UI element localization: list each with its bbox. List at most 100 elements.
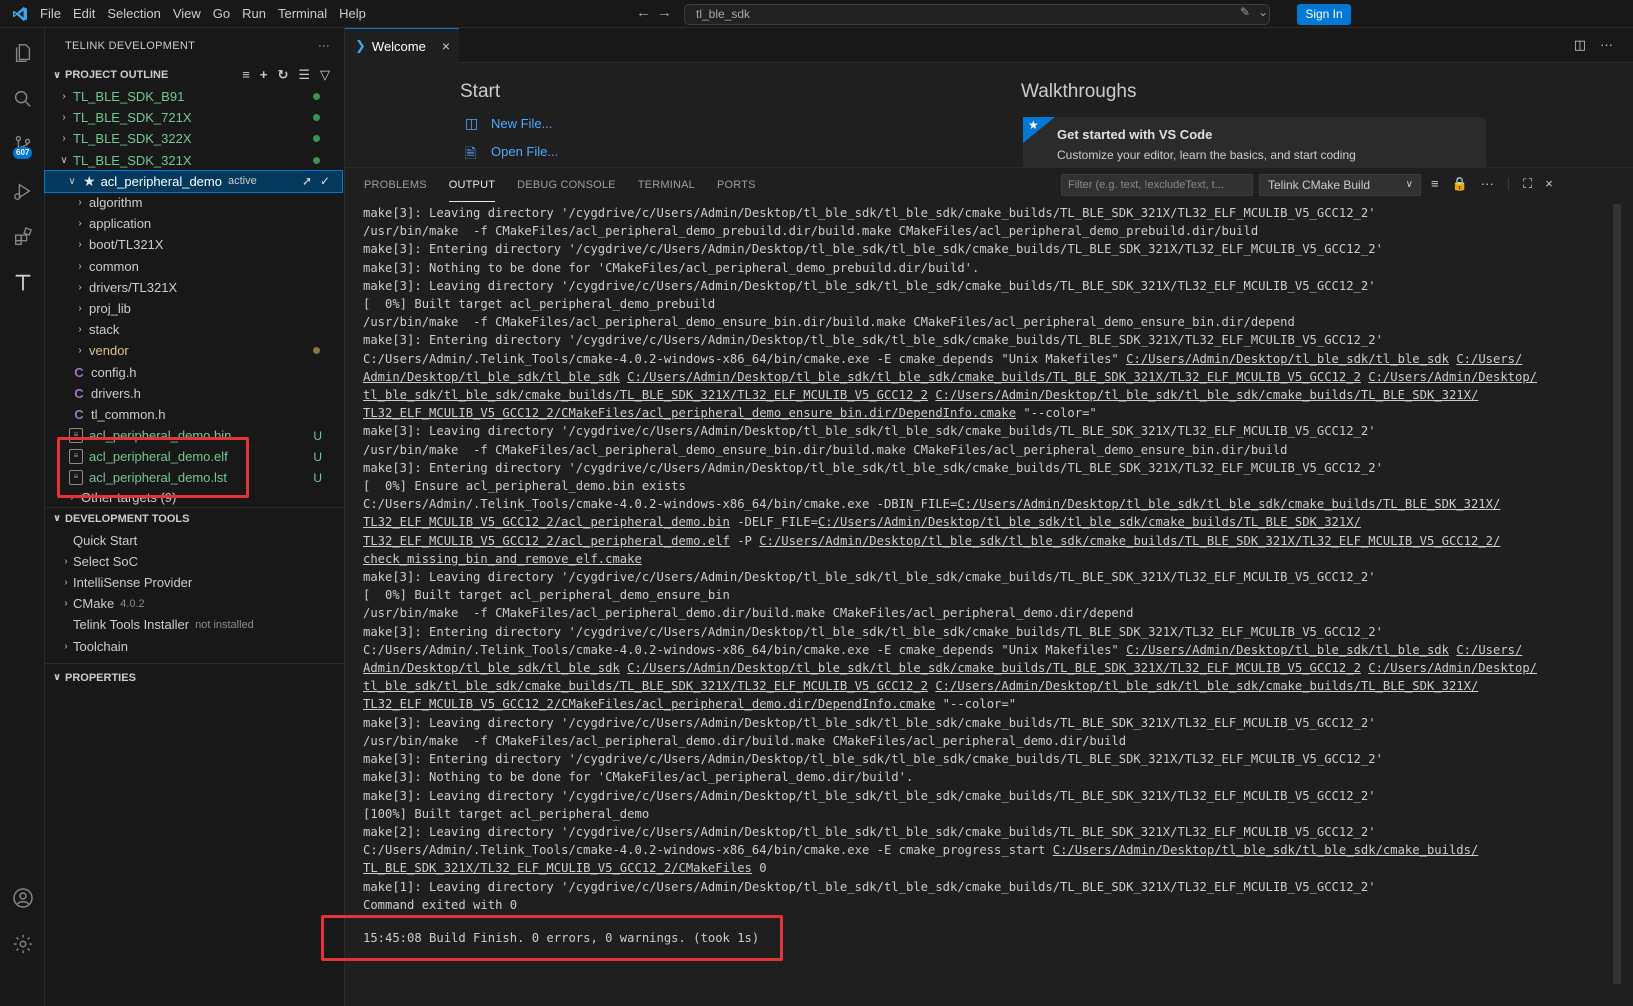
close-icon[interactable]: × xyxy=(442,38,450,54)
rocket-icon[interactable]: ➚ xyxy=(302,174,312,188)
back-arrow-icon[interactable]: ← xyxy=(636,4,651,21)
menu-help[interactable]: Help xyxy=(333,0,372,28)
open-file-link[interactable]: 🗎 Open File... xyxy=(465,143,558,162)
telink-icon[interactable] xyxy=(0,260,45,306)
output-link[interactable]: C:/Users/ xyxy=(1456,643,1522,657)
tree-item-folder[interactable]: › algorithm xyxy=(45,192,344,213)
tree-item-folder[interactable]: › common xyxy=(45,256,344,277)
menu-view[interactable]: View xyxy=(167,0,207,28)
tree-item-file[interactable]: C tl_common.h xyxy=(45,404,344,425)
tool-item-select-soc[interactable]: › Select SoC xyxy=(45,551,344,572)
maximize-icon[interactable]: ⛶ xyxy=(1523,176,1532,192)
output-link[interactable]: TL32_ELF_MCULIB_V5_GCC12_2/acl_periphera… xyxy=(363,515,730,529)
forward-arrow-icon[interactable]: → xyxy=(657,4,672,21)
tool-item-cmake[interactable]: › CMake 4.0.2 xyxy=(45,593,344,614)
walkthrough-card[interactable]: ★ Get started with VS Code Customize you… xyxy=(1023,117,1486,167)
scrollbar-thumb[interactable] xyxy=(1613,204,1621,984)
output-link[interactable]: C:/Users/Admin/Desktop/tl_ble_sdk/tl_ble… xyxy=(957,497,1500,511)
explorer-icon[interactable] xyxy=(0,30,45,76)
tab-welcome[interactable]: ❯ Welcome × xyxy=(345,28,459,63)
output-link[interactable]: tl_ble_sdk/tl_ble_sdk/cmake_builds/TL_BL… xyxy=(363,388,928,402)
more-actions-icon[interactable]: ··· xyxy=(1600,37,1613,53)
menu-selection[interactable]: Selection xyxy=(101,0,166,28)
new-file-link[interactable]: ◫ New File... xyxy=(465,115,552,131)
output-link[interactable]: C:/Users/Admin/Desktop/tl_ble_sdk/tl_ble… xyxy=(1053,843,1479,857)
tree-item-folder[interactable]: › boot/TL321X xyxy=(45,234,344,255)
chevron-down-icon[interactable]: ⌄ xyxy=(1258,5,1268,19)
tree-item-project[interactable]: › TL_BLE_SDK_322X xyxy=(45,128,344,149)
output-link[interactable]: tl_ble_sdk/tl_ble_sdk/cmake_builds/TL_BL… xyxy=(363,679,928,693)
tree-item-project[interactable]: › TL_BLE_SDK_B91 xyxy=(45,86,344,107)
account-icon[interactable] xyxy=(0,875,45,921)
tree-item-folder[interactable]: › stack xyxy=(45,319,344,340)
sort-icon[interactable]: ☰ xyxy=(298,67,310,83)
tree-item-project[interactable]: ∨ TL_BLE_SDK_321X xyxy=(45,150,344,171)
run-debug-icon[interactable] xyxy=(0,168,45,214)
extensions-icon[interactable] xyxy=(0,214,45,260)
more-actions-icon[interactable]: ··· xyxy=(318,40,330,52)
tool-item-quick-start[interactable]: Quick Start xyxy=(45,530,344,551)
menu-go[interactable]: Go xyxy=(207,0,236,28)
tree-item-file[interactable]: C drivers.h xyxy=(45,383,344,404)
manage-gear-icon[interactable] xyxy=(0,921,45,967)
output-link[interactable]: C:/Users/Admin/Desktop/ xyxy=(1368,661,1537,675)
dev-tools-header[interactable]: ∨ DEVELOPMENT TOOLS xyxy=(45,508,344,530)
check-icon[interactable]: ✓ xyxy=(320,174,330,188)
tab-ports[interactable]: PORTS xyxy=(717,168,756,202)
tab-problems[interactable]: PROBLEMS xyxy=(364,168,427,202)
output-link[interactable]: C:/Users/Admin/Desktop/tl_ble_sdk/tl_ble… xyxy=(627,661,1361,675)
output-link[interactable]: TL_BLE_SDK_321X/TL32_ELF_MCULIB_V5_GCC12… xyxy=(363,861,752,875)
tree-item-project[interactable]: › TL_BLE_SDK_721X xyxy=(45,107,344,128)
filter-icon[interactable]: ▽ xyxy=(320,67,330,83)
tool-item-toolchain[interactable]: › Toolchain xyxy=(45,636,344,657)
close-icon[interactable]: × xyxy=(1545,176,1553,192)
menu-run[interactable]: Run xyxy=(236,0,272,28)
output-link[interactable]: TL32_ELF_MCULIB_V5_GCC12_2/CMakeFiles/ac… xyxy=(363,697,935,711)
output-scrollbar[interactable] xyxy=(1610,204,1623,1000)
tree-item-file[interactable]: C config.h xyxy=(45,361,344,382)
search-icon[interactable] xyxy=(0,76,45,122)
output-link[interactable]: C:/Users/Admin/Desktop/tl_ble_sdk/tl_ble… xyxy=(818,515,1361,529)
output-link[interactable]: Admin/Desktop/tl_ble_sdk/tl_ble_sdk xyxy=(363,661,620,675)
properties-header[interactable]: ∨ PROPERTIES xyxy=(45,667,344,689)
output-link[interactable]: TL32_ELF_MCULIB_V5_GCC12_2/CMakeFiles/ac… xyxy=(363,406,1016,420)
output-link[interactable]: C:/Users/Admin/Desktop/ xyxy=(1368,370,1537,384)
settings-sliders-icon[interactable]: ≡ xyxy=(242,67,250,83)
more-actions-icon[interactable]: ··· xyxy=(1481,176,1494,192)
output-link[interactable]: C:/Users/Admin/Desktop/tl_ble_sdk/tl_ble… xyxy=(935,388,1478,402)
tree-item-folder[interactable]: › vendor xyxy=(45,340,344,361)
output-link[interactable]: Admin/Desktop/tl_ble_sdk/tl_ble_sdk xyxy=(363,370,620,384)
add-icon[interactable]: + xyxy=(260,67,268,83)
output-link[interactable]: C:/Users/Admin/Desktop/tl_ble_sdk/tl_ble… xyxy=(935,679,1478,693)
menu-file[interactable]: File xyxy=(34,0,67,28)
lock-icon[interactable]: 🔒 xyxy=(1452,176,1468,192)
tree-item-active-target[interactable]: ∨ ★ acl_peripheral_demo active ➚ ✓ xyxy=(44,169,343,193)
output-channel-select[interactable]: Telink CMake Build ∨ xyxy=(1259,174,1421,196)
tool-item-intellisense[interactable]: › IntelliSense Provider xyxy=(45,572,344,593)
project-outline-header[interactable]: ∨ PROJECT OUTLINE ≡ + ↻ ☰ ▽ xyxy=(45,64,344,86)
output-link[interactable]: TL32_ELF_MCULIB_V5_GCC12_2/acl_periphera… xyxy=(363,534,730,548)
tree-item-folder[interactable]: › application xyxy=(45,213,344,234)
tool-item-tools-installer[interactable]: Telink Tools Installer not installed xyxy=(45,614,344,635)
refresh-icon[interactable]: ↻ xyxy=(277,67,288,83)
menu-edit[interactable]: Edit xyxy=(67,0,101,28)
tab-terminal[interactable]: TERMINAL xyxy=(638,168,695,202)
clear-output-icon[interactable]: ≡ xyxy=(1431,176,1439,192)
tab-output[interactable]: OUTPUT xyxy=(448,168,496,202)
copilot-chat-icon[interactable]: ✎ xyxy=(1240,5,1250,19)
output-link[interactable]: C:/Users/Admin/Desktop/tl_ble_sdk/tl_ble… xyxy=(1126,643,1449,657)
output-link[interactable]: C:/Users/Admin/Desktop/tl_ble_sdk/tl_ble… xyxy=(627,370,1361,384)
menu-terminal[interactable]: Terminal xyxy=(272,0,333,28)
output-link[interactable]: C:/Users/Admin/Desktop/tl_ble_sdk/tl_ble… xyxy=(759,534,1500,548)
split-editor-icon[interactable]: ◫ xyxy=(1574,37,1586,53)
tree-item-folder[interactable]: › drivers/TL321X xyxy=(45,277,344,298)
output-filter-input[interactable]: Filter (e.g. text, !excludeText, t... xyxy=(1061,174,1253,196)
tree-item-folder[interactable]: › proj_lib xyxy=(45,298,344,319)
sign-in-button[interactable]: Sign In xyxy=(1297,4,1351,25)
output-link[interactable]: C:/Users/ xyxy=(1456,352,1522,366)
command-center-search[interactable]: tl_ble_sdk xyxy=(684,4,1270,25)
tab-debug-console[interactable]: DEBUG CONSOLE xyxy=(517,168,616,202)
output-link[interactable]: C:/Users/Admin/Desktop/tl_ble_sdk/tl_ble… xyxy=(1126,352,1449,366)
output-link[interactable]: check_missing_bin_and_remove_elf.cmake xyxy=(363,552,642,566)
source-control-icon[interactable]: 607 xyxy=(0,122,45,168)
